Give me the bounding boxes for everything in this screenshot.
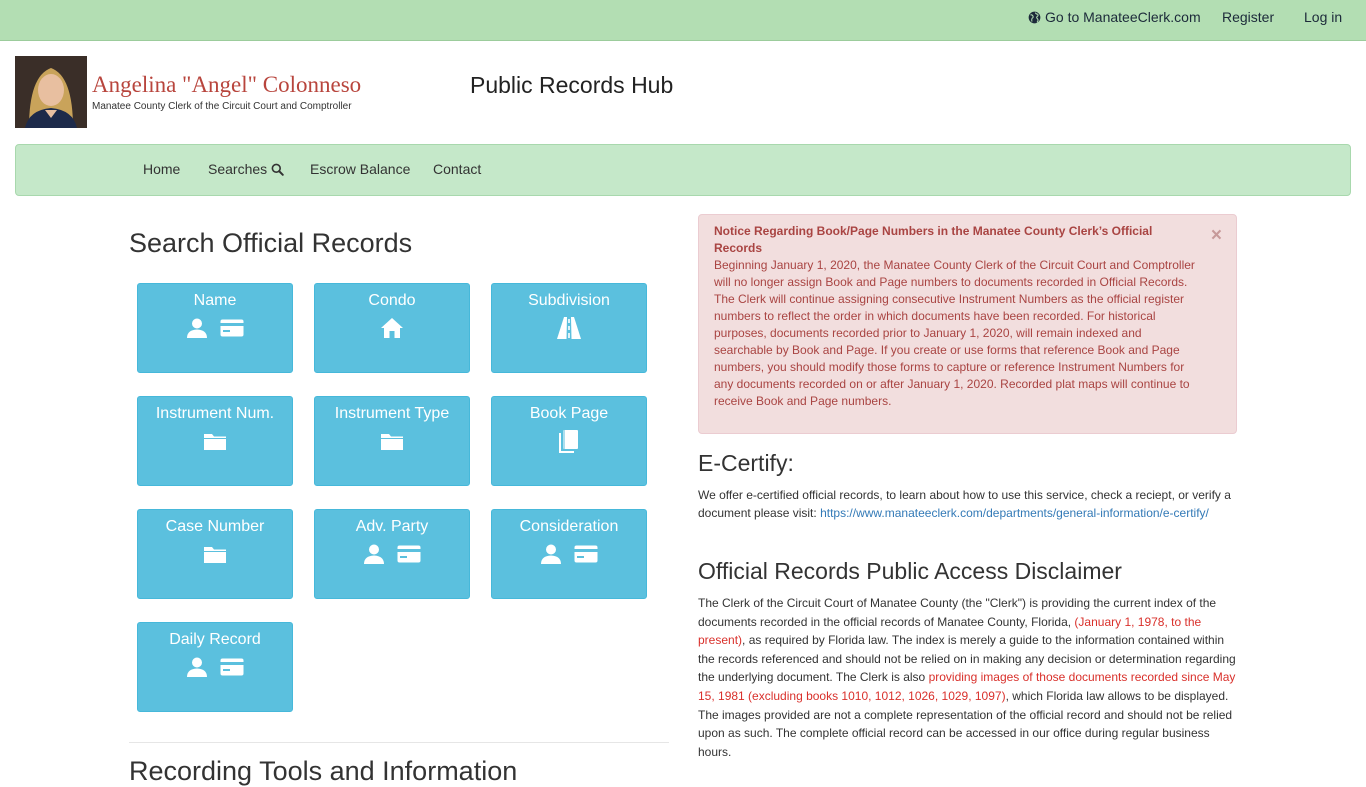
folder-icon [203,544,227,564]
ecertify-link[interactable]: https://www.manateeclerk.com/departments… [820,506,1209,520]
disclaimer-text: The Clerk of the Circuit Court of Manate… [698,594,1238,761]
notice-title: Notice Regarding Book/Page Numbers in th… [714,224,1153,255]
search-section-title: Search Official Records [129,228,413,258]
road-icon [556,317,582,339]
user-icon [186,317,208,339]
id-card-icon [220,319,244,337]
login-link[interactable]: Log in [1304,9,1342,25]
search-tile-label: Case Number [165,518,265,535]
search-tile-name[interactable]: Name [137,283,293,373]
search-tile-label: Book Page [529,405,609,422]
search-tile-label: Name [193,292,237,309]
search-tile-icons [315,542,469,566]
search-tile-icons [492,429,646,453]
nav-home[interactable]: Home [143,161,180,177]
search-tile-daily-record[interactable]: Daily Record [137,622,293,712]
search-tile-label: Adv. Party [355,518,429,535]
recording-tools-heading: Recording Tools and Information [129,756,518,786]
main-nav: Home Searches Escrow Balance Contact [15,144,1351,196]
search-tile-consideration[interactable]: Consideration [491,509,647,599]
search-tile-label: Instrument Type [334,405,450,422]
section-divider [129,742,669,743]
goto-label: Go to ManateeClerk.com [1045,9,1201,25]
notice-alert: × Notice Regarding Book/Page Numbers in … [698,214,1237,434]
search-tile-adv-party[interactable]: Adv. Party [314,509,470,599]
search-tile-label: Daily Record [169,631,261,648]
globe-icon [1028,11,1041,23]
page-title: Public Records Hub [470,72,674,98]
search-tile-icons [138,542,292,566]
search-tile-condo[interactable]: Condo [314,283,470,373]
folder-icon [380,431,404,451]
search-tile-icons [315,316,469,340]
nav-escrow-balance[interactable]: Escrow Balance [310,161,410,177]
id-card-icon [574,545,598,563]
user-icon [363,543,385,565]
search-tile-icons [138,655,292,679]
ecertify-text: We offer e-certified official records, t… [698,486,1238,522]
search-tile-case-number[interactable]: Case Number [137,509,293,599]
folder-icon [203,431,227,451]
search-tile-icons [138,316,292,340]
clerk-photo [15,56,87,128]
search-tile-icons [315,429,469,453]
nav-contact[interactable]: Contact [433,161,481,177]
search-tile-label: Consideration [519,518,619,535]
nav-searches-label: Searches [208,161,268,177]
search-tile-label: Condo [368,292,416,309]
user-icon [540,543,562,565]
id-card-icon [220,658,244,676]
clerk-title: Manatee County Clerk of the Circuit Cour… [92,101,352,112]
search-tile-instrument-num[interactable]: Instrument Num. [137,396,293,486]
search-tile-instrument-type[interactable]: Instrument Type [314,396,470,486]
search-tile-label: Subdivision [528,292,610,309]
book-icon [558,429,580,453]
top-bar: Go to ManateeClerk.com Register Log in [0,0,1366,41]
search-icon [271,163,284,176]
nav-searches[interactable]: Searches [208,161,284,177]
search-tile-subdivision[interactable]: Subdivision [491,283,647,373]
search-tile-book-page[interactable]: Book Page [491,396,647,486]
ecertify-title: E-Certify: [698,450,794,476]
goto-manateeclerk-link[interactable]: Go to ManateeClerk.com [1028,9,1201,25]
close-icon[interactable]: × [1211,226,1222,245]
clerk-name: Angelina "Angel" Colonneso [92,72,362,97]
search-tile-icons [492,542,646,566]
search-tile-label: Instrument Num. [155,405,275,422]
home-icon [380,317,404,339]
disclaimer-title: Official Records Public Access Disclaime… [698,558,1122,584]
search-tile-icons [492,316,646,340]
register-link[interactable]: Register [1222,9,1274,25]
id-card-icon [397,545,421,563]
notice-body: Beginning January 1, 2020, the Manatee C… [714,258,1195,408]
user-icon [186,656,208,678]
search-tile-icons [138,429,292,453]
